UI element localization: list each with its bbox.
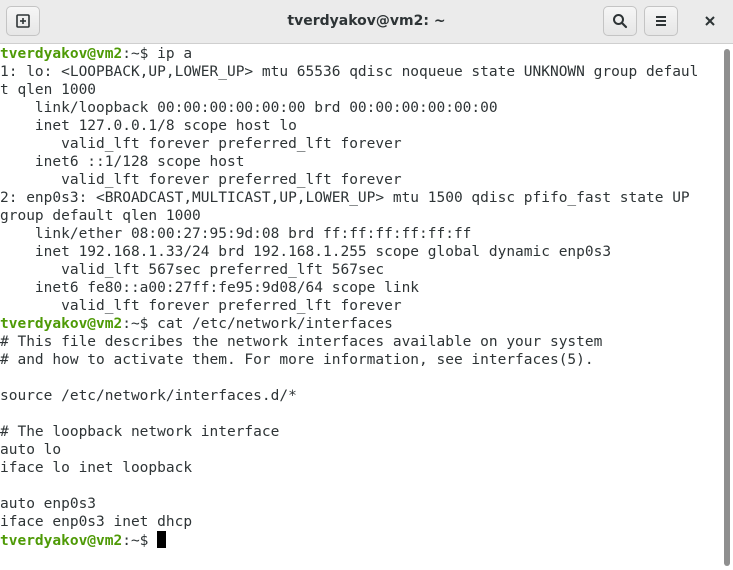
close-button[interactable] xyxy=(693,6,727,36)
output-line: # The loopback network interface xyxy=(0,424,280,440)
output-line: t qlen 1000 xyxy=(0,82,97,98)
prompt-line: tverdyakov@vm2:~$ xyxy=(0,531,720,549)
output-line: # This file describes the network interf… xyxy=(0,334,603,350)
prompt-path: :~$ xyxy=(122,533,158,549)
search-button[interactable] xyxy=(603,6,637,36)
scrollbar[interactable] xyxy=(720,45,733,570)
command-text: cat /etc/network/interfaces xyxy=(157,316,393,332)
output-line: valid_lft 567sec preferred_lft 567sec xyxy=(0,262,385,278)
scrollbar-thumb[interactable] xyxy=(724,49,730,566)
command-text: ip a xyxy=(157,46,193,62)
prompt-user-host: tverdyakov@vm2 xyxy=(0,46,123,62)
output-line: inet6 ::1/128 scope host xyxy=(0,154,245,170)
output-line: valid_lft forever preferred_lft forever xyxy=(0,298,402,314)
header-bar: tverdyakov@vm2: ~ xyxy=(0,0,733,44)
output-line: link/ether 08:00:27:95:9d:08 brd ff:ff:f… xyxy=(0,226,472,242)
prompt-path: :~$ xyxy=(122,316,158,332)
output-line: source /etc/network/interfaces.d/* xyxy=(0,388,297,404)
terminal-output[interactable]: tverdyakov@vm2:~$ ip a 1: lo: <LOOPBACK,U… xyxy=(0,45,720,570)
output-line: auto lo xyxy=(0,442,62,458)
output-line: group default qlen 1000 xyxy=(0,208,201,224)
output-line: link/loopback 00:00:00:00:00:00 brd 00:0… xyxy=(0,100,498,116)
menu-button[interactable] xyxy=(644,6,678,36)
prompt-path: :~$ xyxy=(122,46,158,62)
output-line: inet 192.168.1.33/24 brd 192.168.1.255 s… xyxy=(0,244,612,260)
output-line: 2: enp0s3: <BROADCAST,MULTICAST,UP,LOWER… xyxy=(0,190,690,206)
close-icon xyxy=(705,16,715,26)
output-line: 1: lo: <LOOPBACK,UP,LOWER_UP> mtu 65536 … xyxy=(0,64,699,80)
output-line: inet 127.0.0.1/8 scope host lo xyxy=(0,118,297,134)
output-line: valid_lft forever preferred_lft forever xyxy=(0,172,402,188)
output-line: iface lo inet loopback xyxy=(0,460,193,476)
hamburger-menu-icon xyxy=(656,16,666,26)
output-line: inet6 fe80::a00:27ff:fe95:9d08/64 scope … xyxy=(0,280,420,296)
output-line: iface enp0s3 inet dhcp xyxy=(0,514,193,530)
text-cursor xyxy=(157,531,167,548)
prompt-line: tverdyakov@vm2:~$ cat /etc/network/inter… xyxy=(0,315,720,333)
output-line: valid_lft forever preferred_lft forever xyxy=(0,136,402,152)
search-icon xyxy=(613,14,628,29)
terminal-window: tverdyakov@vm2: ~ tverdyakov@vm2:~$ ip a… xyxy=(0,0,733,570)
output-line: auto enp0s3 xyxy=(0,496,97,512)
prompt-user-host: tverdyakov@vm2 xyxy=(0,316,123,332)
prompt-line: tverdyakov@vm2:~$ ip a xyxy=(0,45,720,63)
prompt-user-host: tverdyakov@vm2 xyxy=(0,533,123,549)
output-line: # and how to activate them. For more inf… xyxy=(0,352,594,368)
